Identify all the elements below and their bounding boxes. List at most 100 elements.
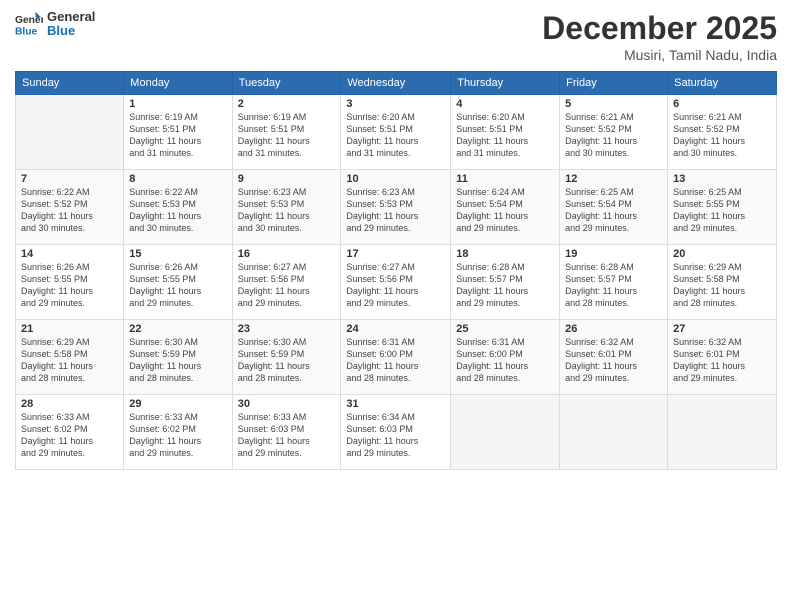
day-number: 6	[673, 98, 771, 110]
calendar-header-cell: Tuesday	[232, 72, 341, 95]
calendar-cell: 27Sunrise: 6:32 AM Sunset: 6:01 PM Dayli…	[668, 320, 777, 395]
calendar-cell: 8Sunrise: 6:22 AM Sunset: 5:53 PM Daylig…	[124, 170, 232, 245]
day-info: Sunrise: 6:19 AM Sunset: 5:51 PM Dayligh…	[238, 111, 336, 160]
day-info: Sunrise: 6:27 AM Sunset: 5:56 PM Dayligh…	[238, 261, 336, 310]
logo-icon: General Blue	[15, 10, 43, 38]
calendar-cell: 11Sunrise: 6:24 AM Sunset: 5:54 PM Dayli…	[451, 170, 560, 245]
page-container: General Blue General Blue December 2025 …	[0, 0, 792, 612]
day-info: Sunrise: 6:33 AM Sunset: 6:02 PM Dayligh…	[21, 411, 118, 460]
day-number: 17	[346, 248, 445, 260]
logo-line1: General	[47, 10, 95, 24]
calendar-cell: 28Sunrise: 6:33 AM Sunset: 6:02 PM Dayli…	[16, 395, 124, 470]
day-number: 4	[456, 98, 554, 110]
calendar-week-row: 7Sunrise: 6:22 AM Sunset: 5:52 PM Daylig…	[16, 170, 777, 245]
day-info: Sunrise: 6:34 AM Sunset: 6:03 PM Dayligh…	[346, 411, 445, 460]
logo: General Blue General Blue	[15, 10, 95, 39]
day-number: 29	[129, 398, 226, 410]
calendar-week-row: 14Sunrise: 6:26 AM Sunset: 5:55 PM Dayli…	[16, 245, 777, 320]
day-number: 26	[565, 323, 662, 335]
calendar-cell: 6Sunrise: 6:21 AM Sunset: 5:52 PM Daylig…	[668, 95, 777, 170]
calendar-header-cell: Monday	[124, 72, 232, 95]
month-title: December 2025	[542, 10, 777, 47]
day-number: 23	[238, 323, 336, 335]
day-number: 7	[21, 173, 118, 185]
day-info: Sunrise: 6:32 AM Sunset: 6:01 PM Dayligh…	[565, 336, 662, 385]
day-number: 1	[129, 98, 226, 110]
calendar-cell	[451, 395, 560, 470]
day-number: 2	[238, 98, 336, 110]
calendar-cell: 16Sunrise: 6:27 AM Sunset: 5:56 PM Dayli…	[232, 245, 341, 320]
day-number: 27	[673, 323, 771, 335]
day-info: Sunrise: 6:29 AM Sunset: 5:58 PM Dayligh…	[21, 336, 118, 385]
calendar-cell: 4Sunrise: 6:20 AM Sunset: 5:51 PM Daylig…	[451, 95, 560, 170]
day-info: Sunrise: 6:22 AM Sunset: 5:53 PM Dayligh…	[129, 186, 226, 235]
day-number: 10	[346, 173, 445, 185]
calendar-cell: 1Sunrise: 6:19 AM Sunset: 5:51 PM Daylig…	[124, 95, 232, 170]
day-info: Sunrise: 6:20 AM Sunset: 5:51 PM Dayligh…	[456, 111, 554, 160]
day-info: Sunrise: 6:25 AM Sunset: 5:55 PM Dayligh…	[673, 186, 771, 235]
calendar-cell	[668, 395, 777, 470]
calendar-cell: 3Sunrise: 6:20 AM Sunset: 5:51 PM Daylig…	[341, 95, 451, 170]
day-number: 14	[21, 248, 118, 260]
day-info: Sunrise: 6:31 AM Sunset: 6:00 PM Dayligh…	[346, 336, 445, 385]
day-info: Sunrise: 6:33 AM Sunset: 6:03 PM Dayligh…	[238, 411, 336, 460]
calendar-cell: 18Sunrise: 6:28 AM Sunset: 5:57 PM Dayli…	[451, 245, 560, 320]
calendar-cell: 5Sunrise: 6:21 AM Sunset: 5:52 PM Daylig…	[560, 95, 668, 170]
calendar-cell: 26Sunrise: 6:32 AM Sunset: 6:01 PM Dayli…	[560, 320, 668, 395]
calendar-cell: 7Sunrise: 6:22 AM Sunset: 5:52 PM Daylig…	[16, 170, 124, 245]
day-number: 24	[346, 323, 445, 335]
calendar-cell: 14Sunrise: 6:26 AM Sunset: 5:55 PM Dayli…	[16, 245, 124, 320]
day-info: Sunrise: 6:32 AM Sunset: 6:01 PM Dayligh…	[673, 336, 771, 385]
calendar-week-row: 28Sunrise: 6:33 AM Sunset: 6:02 PM Dayli…	[16, 395, 777, 470]
calendar-cell: 21Sunrise: 6:29 AM Sunset: 5:58 PM Dayli…	[16, 320, 124, 395]
calendar-header-row: SundayMondayTuesdayWednesdayThursdayFrid…	[16, 72, 777, 95]
day-info: Sunrise: 6:20 AM Sunset: 5:51 PM Dayligh…	[346, 111, 445, 160]
day-number: 15	[129, 248, 226, 260]
day-number: 9	[238, 173, 336, 185]
day-number: 18	[456, 248, 554, 260]
calendar-header-cell: Friday	[560, 72, 668, 95]
day-number: 20	[673, 248, 771, 260]
calendar-header-cell: Wednesday	[341, 72, 451, 95]
calendar-header-cell: Thursday	[451, 72, 560, 95]
calendar-cell: 15Sunrise: 6:26 AM Sunset: 5:55 PM Dayli…	[124, 245, 232, 320]
day-info: Sunrise: 6:23 AM Sunset: 5:53 PM Dayligh…	[346, 186, 445, 235]
calendar-week-row: 1 Sunrise: 6:19 AM Sunset: 5:51 PM Daylig…	[16, 95, 777, 170]
calendar-header-cell: Sunday	[16, 72, 124, 95]
calendar-cell	[560, 395, 668, 470]
day-info: Sunrise: 6:28 AM Sunset: 5:57 PM Dayligh…	[565, 261, 662, 310]
svg-text:Blue: Blue	[15, 27, 38, 38]
day-info: Sunrise: 6:25 AM Sunset: 5:54 PM Dayligh…	[565, 186, 662, 235]
calendar-cell: 19Sunrise: 6:28 AM Sunset: 5:57 PM Dayli…	[560, 245, 668, 320]
day-info: Sunrise: 6:24 AM Sunset: 5:54 PM Dayligh…	[456, 186, 554, 235]
day-info: Sunrise: 6:26 AM Sunset: 5:55 PM Dayligh…	[129, 261, 226, 310]
day-info: Sunrise: 6:23 AM Sunset: 5:53 PM Dayligh…	[238, 186, 336, 235]
day-info: Sunrise: 6:21 AM Sunset: 5:52 PM Dayligh…	[565, 111, 662, 160]
day-number: 5	[565, 98, 662, 110]
calendar-cell: 30Sunrise: 6:33 AM Sunset: 6:03 PM Dayli…	[232, 395, 341, 470]
day-info: Sunrise: 6:26 AM Sunset: 5:55 PM Dayligh…	[21, 261, 118, 310]
calendar-cell: 10Sunrise: 6:23 AM Sunset: 5:53 PM Dayli…	[341, 170, 451, 245]
day-number: 31	[346, 398, 445, 410]
calendar-cell: 13Sunrise: 6:25 AM Sunset: 5:55 PM Dayli…	[668, 170, 777, 245]
calendar-cell: 2Sunrise: 6:19 AM Sunset: 5:51 PM Daylig…	[232, 95, 341, 170]
calendar-week-row: 21Sunrise: 6:29 AM Sunset: 5:58 PM Dayli…	[16, 320, 777, 395]
calendar-cell: 12Sunrise: 6:25 AM Sunset: 5:54 PM Dayli…	[560, 170, 668, 245]
day-info: Sunrise: 6:29 AM Sunset: 5:58 PM Dayligh…	[673, 261, 771, 310]
day-number: 16	[238, 248, 336, 260]
calendar-table: SundayMondayTuesdayWednesdayThursdayFrid…	[15, 71, 777, 470]
calendar-body: 1 Sunrise: 6:19 AM Sunset: 5:51 PM Daylig…	[16, 95, 777, 470]
title-section: December 2025 Musiri, Tamil Nadu, India	[542, 10, 777, 63]
calendar-cell: 24Sunrise: 6:31 AM Sunset: 6:00 PM Dayli…	[341, 320, 451, 395]
day-number: 30	[238, 398, 336, 410]
day-info: Sunrise: 6:22 AM Sunset: 5:52 PM Dayligh…	[21, 186, 118, 235]
day-number: 28	[21, 398, 118, 410]
calendar-cell: 25Sunrise: 6:31 AM Sunset: 6:00 PM Dayli…	[451, 320, 560, 395]
day-number: 25	[456, 323, 554, 335]
calendar-cell: 20Sunrise: 6:29 AM Sunset: 5:58 PM Dayli…	[668, 245, 777, 320]
location: Musiri, Tamil Nadu, India	[542, 47, 777, 63]
day-info: Sunrise: 6:30 AM Sunset: 5:59 PM Dayligh…	[129, 336, 226, 385]
day-info: Sunrise: 6:28 AM Sunset: 5:57 PM Dayligh…	[456, 261, 554, 310]
calendar-cell: 29Sunrise: 6:33 AM Sunset: 6:02 PM Dayli…	[124, 395, 232, 470]
logo-line2: Blue	[47, 24, 95, 38]
